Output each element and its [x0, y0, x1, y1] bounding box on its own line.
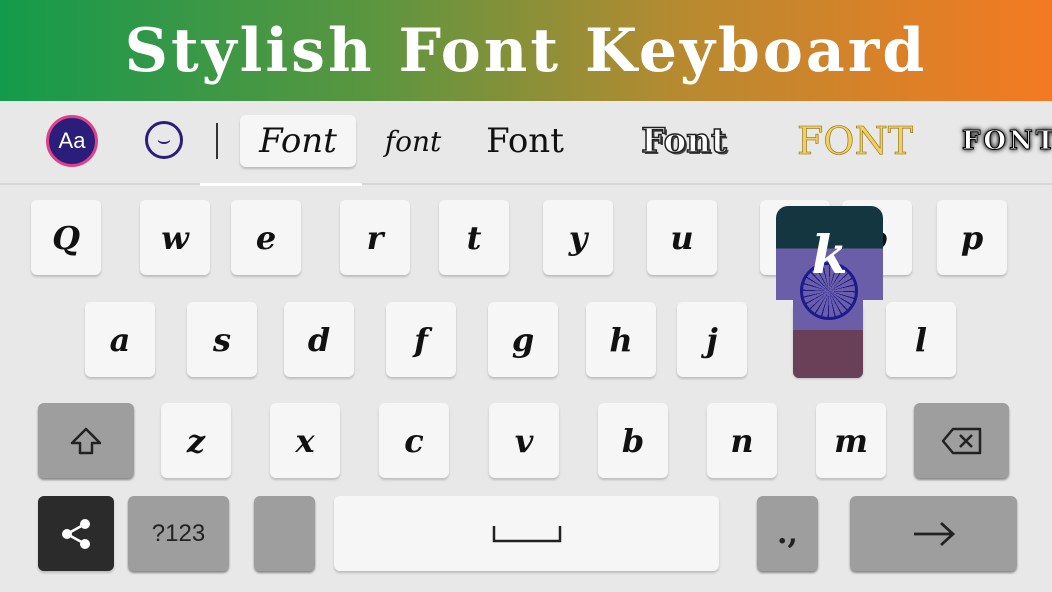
font-option-hearts[interactable]: FONT: [955, 115, 1052, 167]
banner-title: Stylish Font Keyboard: [124, 15, 928, 86]
selected-indicator: [200, 183, 362, 186]
font-style-button[interactable]: Aa: [46, 115, 98, 167]
font-option-outline[interactable]: Font: [625, 115, 743, 167]
key-a[interactable]: a: [85, 302, 155, 377]
suggestion-bar: Aa ⌣ Font font Font Font FONT FONT: [0, 101, 1052, 186]
key-x[interactable]: x: [270, 403, 340, 478]
key-z[interactable]: z: [161, 403, 231, 478]
key-g[interactable]: g: [488, 302, 558, 377]
backspace-icon: [941, 427, 981, 454]
space-icon: [492, 525, 561, 542]
font-option-gold[interactable]: FONT: [790, 115, 920, 167]
key-n[interactable]: n: [707, 403, 777, 478]
key-u[interactable]: u: [647, 200, 717, 275]
enter-key[interactable]: [850, 496, 1017, 571]
key-v[interactable]: v: [489, 403, 559, 478]
backspace-key[interactable]: [914, 403, 1009, 478]
banner: Stylish Font Keyboard: [0, 0, 1052, 101]
key-s[interactable]: s: [187, 302, 257, 377]
key-h[interactable]: h: [586, 302, 656, 377]
key-preview-letter: k: [811, 224, 848, 286]
share-icon: [62, 518, 90, 549]
key-t[interactable]: t: [439, 200, 509, 275]
key-f[interactable]: f: [386, 302, 456, 377]
punctuation-key[interactable]: .,: [757, 496, 818, 571]
font-option-script[interactable]: font: [380, 115, 446, 167]
divider: [216, 123, 218, 159]
key-p[interactable]: p: [937, 200, 1007, 275]
key-y[interactable]: y: [543, 200, 613, 275]
share-key[interactable]: [38, 496, 114, 571]
key-r[interactable]: r: [340, 200, 410, 275]
smiley-icon[interactable]: ⌣: [145, 121, 183, 159]
font-option-serif[interactable]: Font: [480, 115, 570, 167]
key-l[interactable]: l: [886, 302, 956, 377]
blank-key[interactable]: [254, 496, 315, 571]
key-j[interactable]: j: [677, 302, 747, 377]
key-d[interactable]: d: [284, 302, 354, 377]
symbols-key[interactable]: ?123: [128, 496, 229, 571]
key-c[interactable]: c: [379, 403, 449, 478]
shift-key[interactable]: [38, 403, 134, 478]
font-option-italic[interactable]: Font: [240, 115, 356, 167]
key-b[interactable]: b: [598, 403, 668, 478]
key-e[interactable]: e: [231, 200, 301, 275]
key-m[interactable]: m: [816, 403, 886, 478]
key-w[interactable]: w: [140, 200, 210, 275]
key-q[interactable]: Q: [31, 200, 101, 275]
shift-icon: [70, 427, 102, 454]
arrow-right-icon: [913, 521, 955, 546]
space-key[interactable]: [334, 496, 719, 571]
